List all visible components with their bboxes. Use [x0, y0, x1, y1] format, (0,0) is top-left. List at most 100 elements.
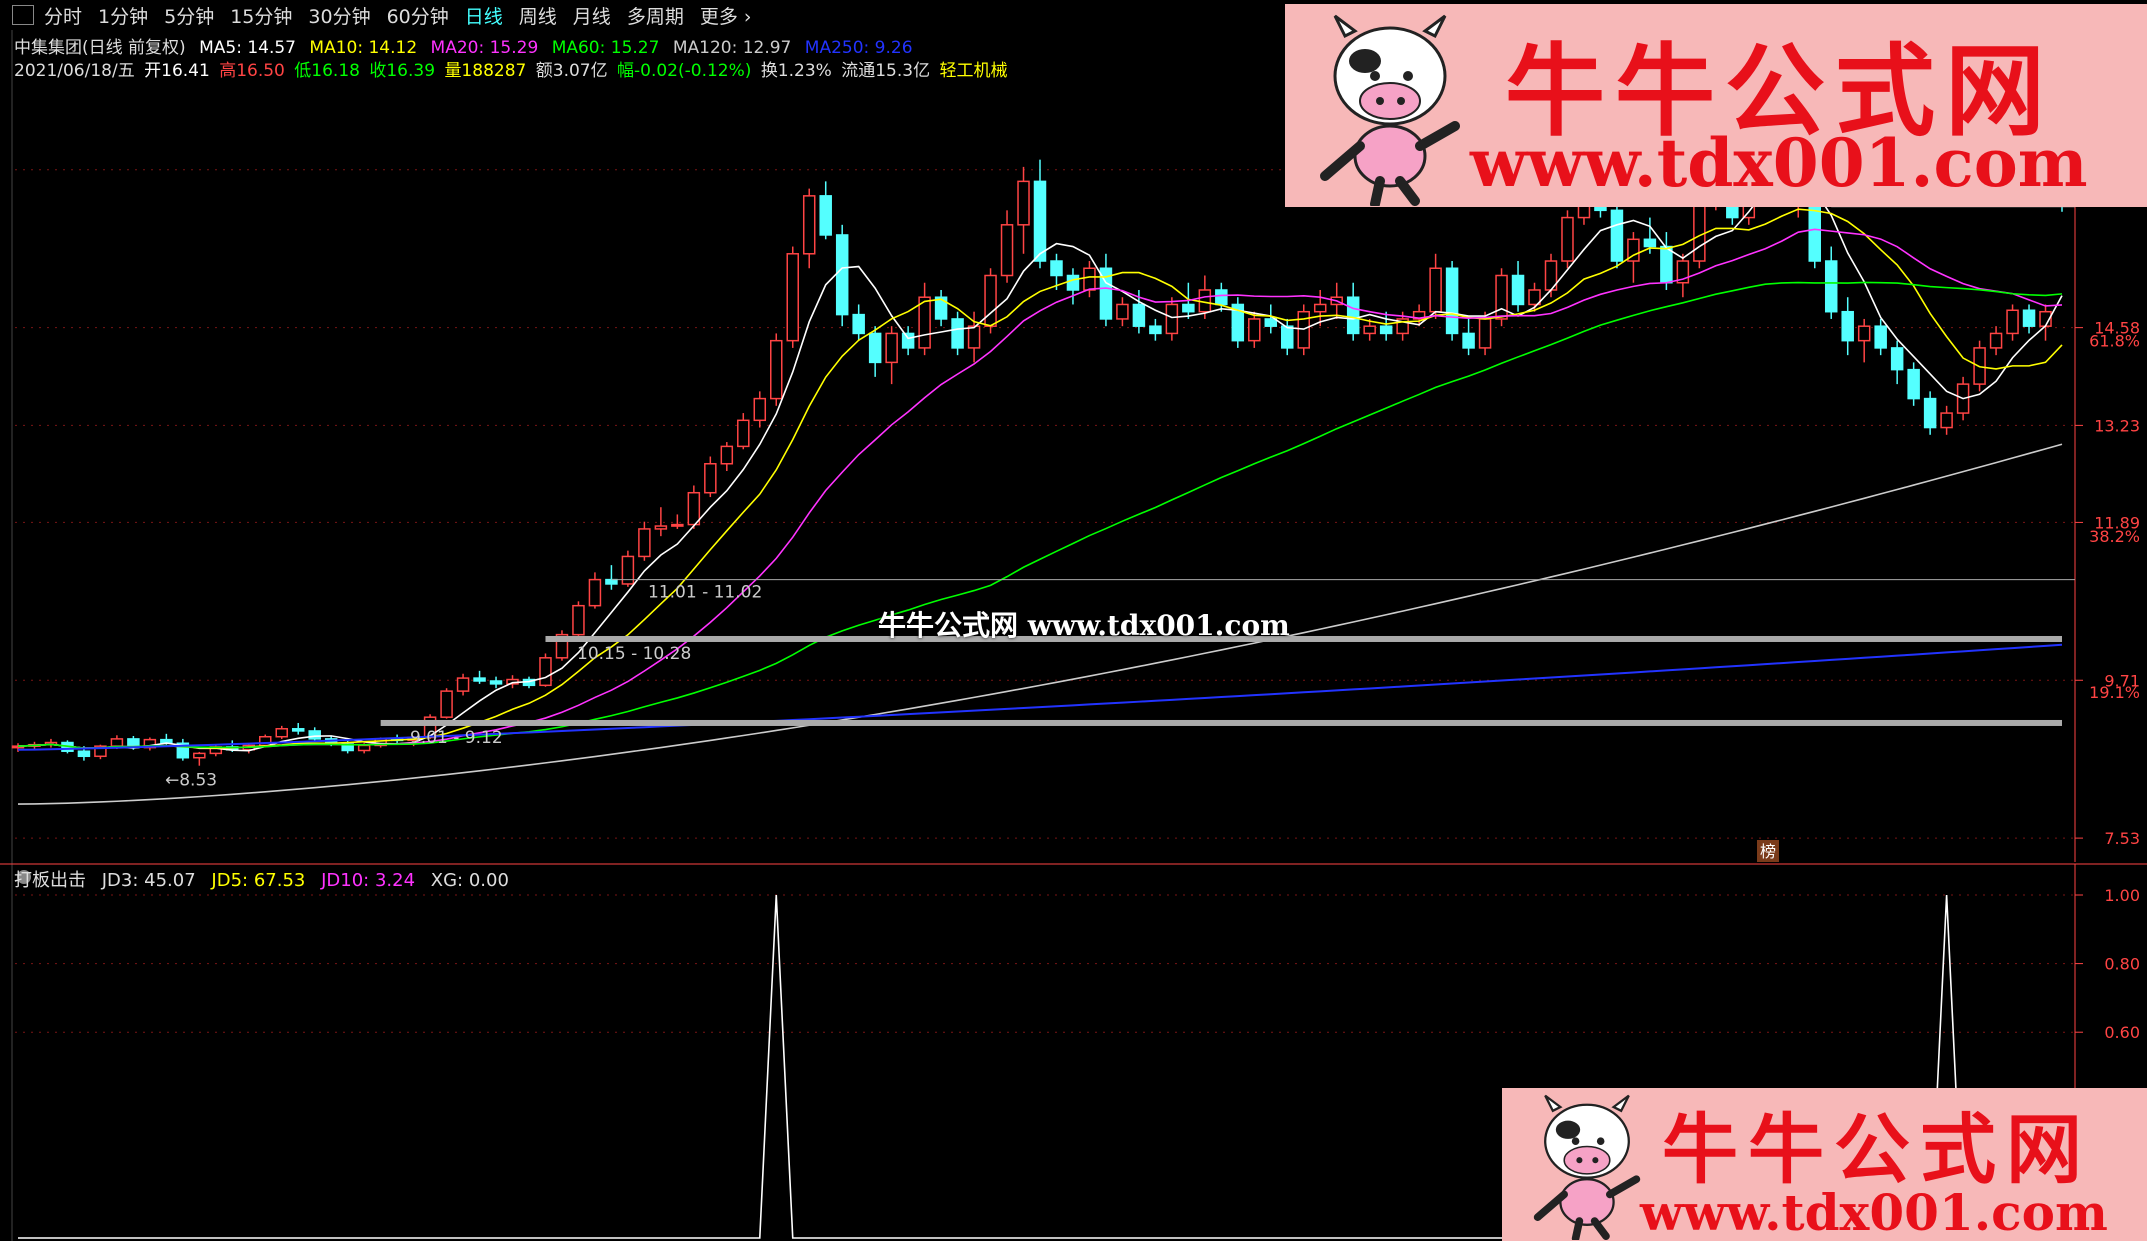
pct-tick-label: 19.1%: [2089, 683, 2140, 702]
candle-body: [737, 419, 750, 448]
candle-body: [1116, 303, 1129, 320]
candle-body: [1874, 325, 1887, 349]
candle-body: [1923, 397, 1937, 429]
candle-body: [753, 397, 767, 422]
candle-body: [835, 234, 849, 316]
candle-body: [1033, 180, 1047, 262]
candle-body: [1248, 318, 1261, 342]
watermark-url: www.tdx001.com: [1640, 1183, 2108, 1241]
candle-body: [1660, 245, 1673, 284]
watermark-banner-bottom: 牛牛公式网 www.tdx001.com: [1502, 1088, 2147, 1241]
candle-body: [1989, 332, 2003, 349]
candle-body: [193, 752, 206, 759]
range-label: 9.01 - 9.12: [410, 728, 503, 748]
candle-body: [1610, 209, 1624, 262]
candle-body: [1824, 260, 1838, 313]
jd3-value: JD3: 45.07: [101, 870, 196, 891]
range-label: 10.15 - 10.28: [577, 644, 691, 664]
indicator-title: 打板出击: [14, 870, 86, 891]
candle-body: [967, 325, 981, 349]
price-tick-label: 13.23: [2094, 416, 2140, 435]
candle-body: [2022, 309, 2036, 327]
sub-tick-label: 0.80: [2104, 955, 2140, 974]
center-watermark: 牛牛公式网 www.tdx001.com: [878, 609, 1290, 642]
ma10-line: [17, 208, 2063, 749]
candle-body: [1890, 347, 1904, 371]
range-label: 11.01 - 11.02: [648, 583, 762, 603]
cow-mascot-icon: [1320, 14, 1460, 206]
candle-body: [687, 491, 701, 526]
candle-body: [720, 445, 734, 465]
candle-body: [440, 690, 453, 718]
candle-body: [588, 578, 602, 607]
candle-body: [1379, 325, 1393, 335]
candle-body: [275, 728, 288, 738]
watermark-banner-top: 牛牛公式网 www.tdx001.com: [1285, 4, 2147, 207]
jd10-value: JD10: 3.24: [321, 870, 416, 891]
low-marker: ←8.53: [165, 771, 217, 791]
candle-body: [1363, 325, 1376, 335]
candle-body: [572, 604, 585, 636]
candle-body: [951, 318, 964, 349]
candle-body: [1215, 289, 1228, 306]
candle-body: [1495, 274, 1508, 320]
candle-body: [489, 680, 503, 685]
candle-body: [1940, 412, 1953, 429]
candle-body: [704, 463, 717, 494]
rank-badge-label: 榜: [1760, 842, 1776, 861]
watermark-url: www.tdx001.com: [1470, 124, 2088, 202]
candle-body: [1313, 303, 1327, 313]
candle-body: [1841, 310, 1854, 342]
candle-body: [1182, 303, 1195, 313]
cow-mascot-icon: [1533, 1094, 1641, 1240]
candle-body: [1445, 267, 1459, 335]
candle-body: [1132, 303, 1146, 327]
candle-body: [1346, 296, 1360, 335]
candle-body: [1017, 180, 1030, 226]
candle-body: [1907, 368, 1920, 400]
candle-body: [77, 750, 91, 758]
candle-body: [852, 313, 865, 335]
ma250-line: [17, 643, 2063, 751]
indicator-info-line: 打板出击 JD3: 45.07 JD5: 67.53 JD10: 3.24 XG…: [14, 866, 519, 892]
ma60-line: [17, 281, 2063, 749]
candle-body: [473, 677, 486, 682]
support-band: [380, 719, 2063, 726]
candle-body: [1264, 318, 1278, 327]
candle-body: [1000, 224, 1014, 277]
candle-body: [539, 657, 552, 687]
candle-body: [638, 528, 651, 558]
candle-body: [1857, 325, 1871, 342]
candle-body: [770, 339, 783, 400]
sub-tick-label: 1.00: [2104, 886, 2140, 905]
watermark-title: 牛牛公式网: [1662, 1105, 2092, 1194]
candle-body: [918, 296, 931, 349]
candle-body: [984, 274, 997, 327]
pct-tick-label: 38.2%: [2089, 527, 2140, 546]
support-band: [545, 635, 2062, 642]
candle-body: [308, 730, 321, 740]
candle-body: [605, 578, 618, 585]
ma20-line: [17, 228, 2063, 749]
candle-body: [1429, 267, 1442, 313]
sub-tick-label: 0.60: [2104, 1023, 2140, 1042]
candle-body: [1165, 303, 1179, 335]
candle-body: [110, 738, 124, 747]
candle-body: [868, 332, 882, 364]
candle-body: [901, 332, 915, 349]
candle-body: [1281, 325, 1294, 349]
xg-value: XG: 0.00: [430, 870, 509, 891]
candle-body: [291, 728, 305, 732]
candle-body: [1050, 260, 1063, 277]
candle-body: [1462, 332, 1475, 349]
candle-body: [2006, 309, 2019, 335]
candle-body: [1643, 238, 1657, 248]
candle-body: [1066, 274, 1080, 291]
candle-body: [1693, 202, 1706, 262]
candle-body: [819, 195, 832, 236]
candle-body: [357, 744, 371, 752]
candle-body: [1511, 274, 1525, 306]
pct-tick-label: 61.8%: [2089, 332, 2140, 351]
candle-body: [1561, 216, 1574, 262]
candle-body: [1149, 325, 1162, 335]
